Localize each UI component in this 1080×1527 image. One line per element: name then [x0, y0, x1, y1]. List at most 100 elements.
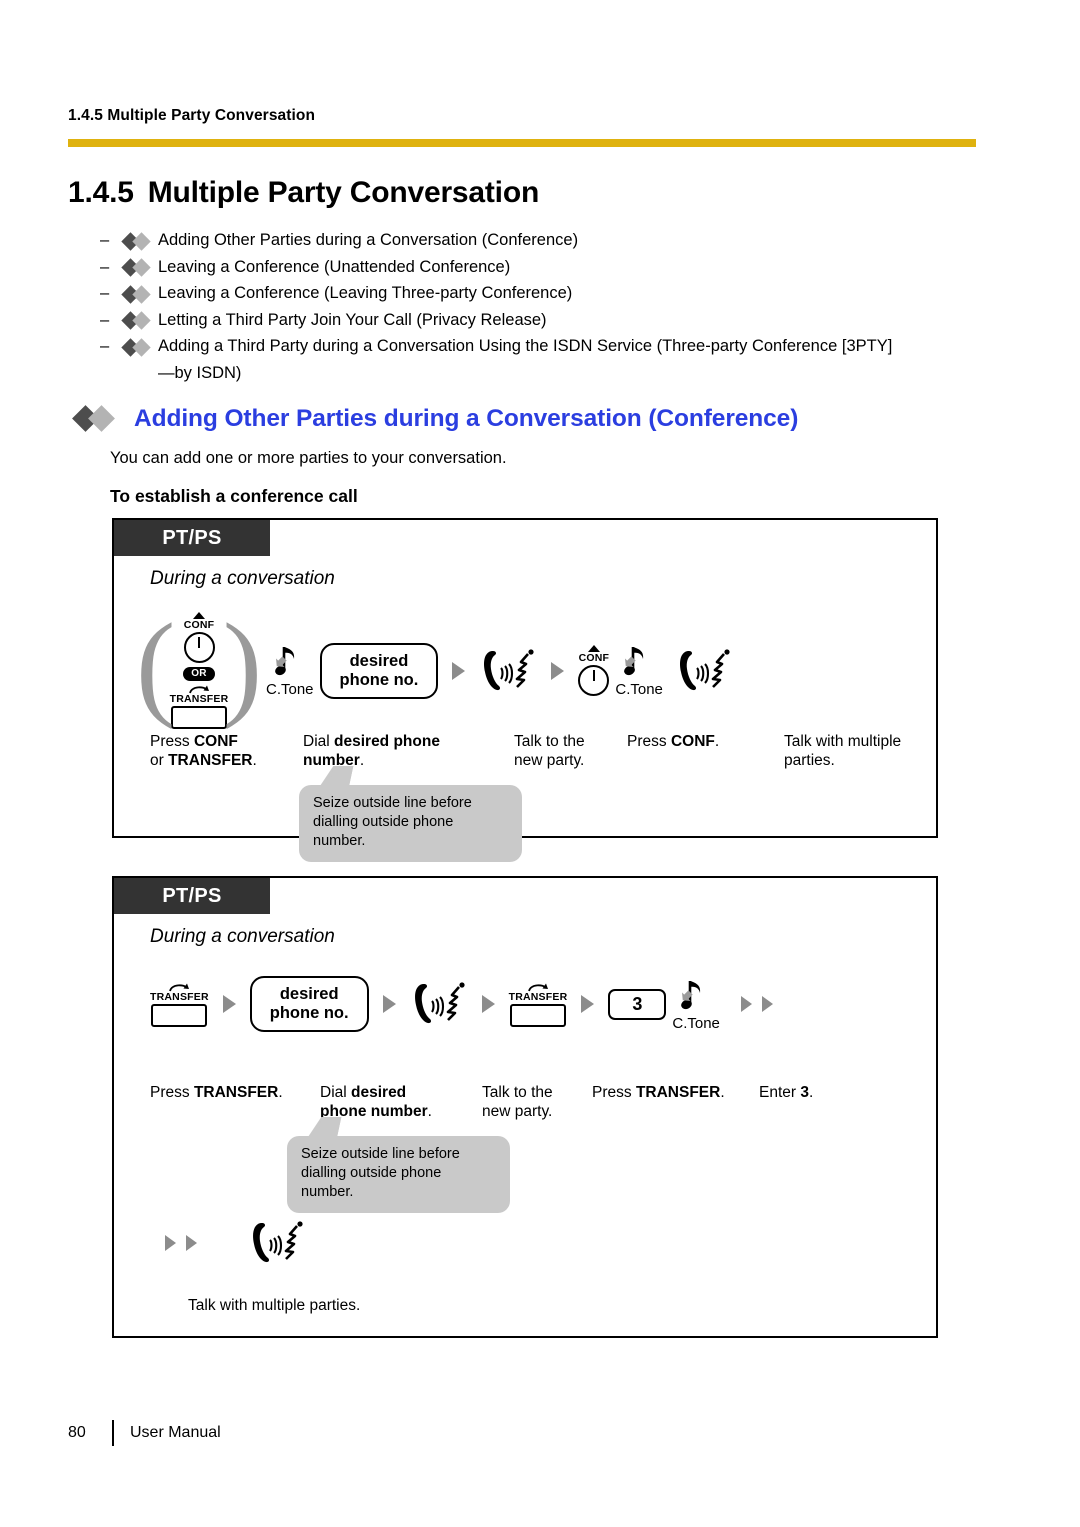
callout-tail-icon [306, 1117, 342, 1139]
caption-text: new party. [482, 1103, 553, 1120]
pill-line-1: desired [279, 985, 339, 1003]
caption-text: Press [150, 1084, 194, 1101]
caption-bold: desired phone [334, 733, 440, 750]
transfer-key[interactable]: TRANSFER [150, 982, 209, 1027]
list-item-label: Adding a Third Party during a Conversati… [158, 337, 893, 355]
transfer-key-label: TRANSFER [508, 990, 568, 1003]
list-item-continuation: —by ISDN) [158, 363, 242, 382]
confirmation-tone-indicator: C.Tone [266, 643, 314, 698]
dash-marker: – [100, 284, 110, 302]
caption-text: . [720, 1084, 725, 1101]
step-caption: Press TRANSFER. [150, 1083, 283, 1102]
conf-key[interactable]: CONF [578, 645, 610, 696]
caption-bold: desired [351, 1084, 407, 1101]
music-note-icon [622, 643, 656, 683]
caption-text: . [714, 733, 720, 750]
music-note-icon [679, 977, 713, 1017]
desired-phone-number-pill[interactable]: desired phone no. [249, 976, 369, 1032]
flow-continue-arrow-icon [736, 996, 778, 1012]
box2-context-label: During a conversation [150, 926, 335, 947]
right-paren-icon: ) [222, 599, 262, 730]
running-header: 1.4.5 Multiple Party Conversation [68, 107, 316, 124]
box1-step-flow: ( ) CONF OR TRANSFER C.Tone desired phon… [136, 599, 733, 730]
flow-arrow-icon [481, 995, 495, 1013]
caption-text: Press [592, 1084, 636, 1101]
caption-text: . [359, 752, 365, 769]
flow-arrow-icon [581, 995, 595, 1013]
section-title-text: Multiple Party Conversation [147, 176, 540, 209]
dash-marker: – [100, 231, 110, 249]
caption-text: . [278, 1084, 283, 1101]
callout-line-1: Seize outside line before [301, 1146, 460, 1162]
procedure-title: To establish a conference call [110, 486, 358, 506]
diamond-bullet-icon [121, 308, 158, 335]
procedure-box-2: PT/PS During a conversation TRANSFER des… [112, 876, 938, 1338]
caption-text: or [150, 752, 169, 769]
box1-context-label: During a conversation [150, 568, 335, 589]
list-item-label: Leaving a Conference (Leaving Three-part… [158, 284, 573, 302]
keypad-3-key[interactable]: 3 [608, 988, 667, 1020]
page-title: 1.4.5 Multiple Party Conversation [68, 176, 539, 210]
caption-text: Press [627, 733, 671, 750]
header-rule [68, 139, 976, 147]
procedure-box-1: PT/PS During a conversation ( ) CONF OR … [112, 518, 938, 862]
caption-bold: TRANSFER [193, 1084, 279, 1101]
caption-bold: CONF [193, 733, 238, 750]
or-badge: OR [183, 667, 215, 681]
caption-text: Talk to the [514, 733, 585, 750]
conf-key-label: CONF [183, 619, 215, 631]
transfer-key-label: TRANSFER [169, 693, 229, 705]
transfer-rect-button-icon[interactable] [171, 706, 227, 729]
page-number: 80 [68, 1424, 86, 1441]
callout-tail-icon [318, 766, 354, 788]
diamond-bullet-icon [121, 255, 158, 282]
step-caption: Press TRANSFER. [592, 1083, 725, 1102]
curved-arrow-icon [168, 982, 190, 992]
left-paren-icon: ( [136, 599, 176, 730]
caption-text: Enter [759, 1084, 801, 1101]
desired-phone-number-pill[interactable]: desired phone no. [319, 642, 439, 699]
list-item: – Leaving a Conference (Unattended Confe… [100, 255, 990, 282]
diamond-bullet-icon [121, 281, 158, 308]
conf-or-transfer-key-group[interactable]: ( ) CONF OR TRANSFER [136, 599, 262, 730]
step-caption: Talk with multiple parties. [188, 1297, 361, 1314]
caption-text: parties. [784, 752, 835, 769]
step-caption: Press CONF or TRANSFER. [150, 732, 257, 770]
transfer-rect-button-icon[interactable] [509, 1003, 566, 1027]
list-item: – Adding a Third Party during a Conversa… [100, 334, 990, 361]
step-caption: Talk to the new party. [514, 732, 585, 770]
step-caption: Press CONF. [627, 732, 719, 751]
ctone-label: C.Tone [672, 1014, 720, 1032]
subsection-heading: Adding Other Parties during a Conversati… [72, 405, 798, 433]
conf-round-button-icon[interactable] [183, 632, 215, 663]
flow-arrow-icon [452, 661, 466, 680]
list-item-label: Letting a Third Party Join Your Call (Pr… [158, 310, 547, 329]
lead-paragraph: You can add one or more parties to your … [110, 449, 507, 467]
transfer-key-label: TRANSFER [150, 990, 209, 1003]
document-name: User Manual [130, 1424, 221, 1441]
transfer-rect-button-icon[interactable] [151, 1003, 208, 1027]
dash-marker: – [100, 257, 110, 276]
box2-step-flow-continued [150, 1218, 306, 1268]
caption-text: new party. [514, 752, 585, 769]
section-contents-list: – Adding Other Parties during a Conversa… [100, 228, 990, 386]
caption-bold: TRANSFER [635, 1084, 721, 1101]
confirmation-tone-indicator: C.Tone [615, 643, 663, 698]
callout-bubble: Seize outside line before dialling outsi… [287, 1117, 510, 1213]
triangle-up-icon [587, 645, 600, 652]
talking-handset-icon [675, 646, 733, 696]
transfer-key[interactable]: TRANSFER [509, 982, 568, 1027]
list-item: – Adding Other Parties during a Conversa… [100, 228, 990, 255]
caption-text: Dial [303, 733, 335, 750]
triangle-up-icon [193, 612, 205, 619]
caption-text: Press [150, 733, 194, 750]
curved-arrow-icon [527, 982, 549, 992]
music-note-icon [273, 643, 307, 683]
pill-line-2: phone no. [339, 670, 419, 689]
flow-arrow-icon [222, 995, 236, 1013]
pill-line-2: phone no. [269, 1004, 349, 1022]
step-caption: Dial desired phone number. [303, 732, 440, 770]
pill-line-1: desired [349, 651, 409, 670]
status-badge: PT/PS [114, 520, 270, 556]
conf-round-button-icon[interactable] [578, 665, 610, 696]
